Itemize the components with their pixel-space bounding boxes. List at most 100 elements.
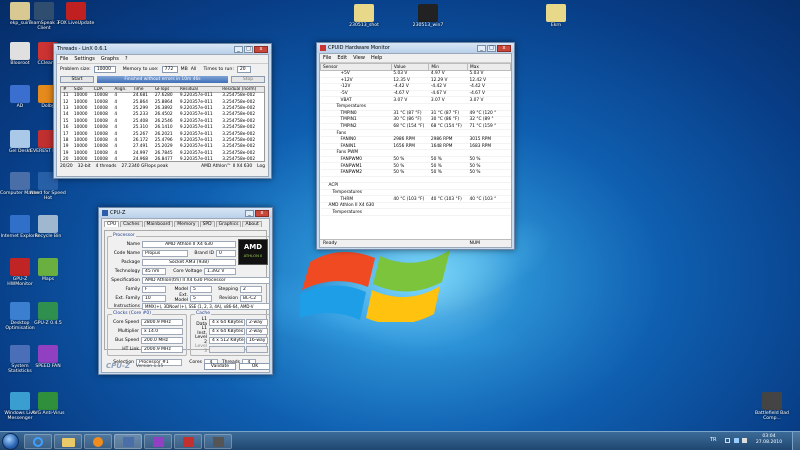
sensor-row[interactable]: +5V 5.03 V 4.97 V 5.03 V xyxy=(320,70,511,78)
sensor-row[interactable]: Fans xyxy=(320,129,511,137)
sensor-row[interactable]: THRM 40 °C (103 °F) 40 °C (103 °F) 40 °C (1… xyxy=(320,195,511,203)
menu-help[interactable]: Help xyxy=(371,55,382,61)
language-indicator[interactable]: TR xyxy=(710,437,717,443)
menu-file[interactable]: File xyxy=(323,55,331,61)
taskbar-ie-icon[interactable] xyxy=(24,434,52,449)
taskbar-explorer-icon[interactable] xyxy=(54,434,82,449)
sensor-row[interactable]: Fans PWM xyxy=(320,149,511,157)
desktop-icon[interactable]: GPU-Z 0.4.5 xyxy=(28,302,68,336)
sensor-row[interactable]: ACPI xyxy=(320,182,511,190)
ok-button[interactable]: OK xyxy=(239,362,269,370)
column-header[interactable]: Sensor xyxy=(320,63,392,71)
desktop-icon[interactable]: Battlefield Bad Comp... xyxy=(752,392,792,426)
maximize-button[interactable]: □ xyxy=(487,44,496,52)
tab-spd[interactable]: SPD xyxy=(199,221,215,227)
minimize-button[interactable]: _ xyxy=(245,209,254,217)
menu-help[interactable]: ? xyxy=(125,56,128,62)
desktop-icon[interactable]: 230513_win7 xyxy=(408,4,448,38)
sensor-row[interactable]: Temperatures xyxy=(320,103,511,111)
table-cell: 20 xyxy=(63,157,69,162)
sensor-cell: 1656 RPM xyxy=(391,143,429,151)
sensor-cell: FANIN1 xyxy=(320,143,392,151)
column-header[interactable]: Max xyxy=(467,63,511,71)
menu-bar: File Edit View Help xyxy=(320,54,511,63)
tray-up-icon[interactable] xyxy=(725,438,730,443)
problem-size-label: Problem size: xyxy=(60,67,91,72)
menu-edit[interactable]: Edit xyxy=(337,55,347,61)
desktop-icon[interactable]: Recycle Bin xyxy=(28,215,68,249)
sensor-row[interactable]: -5V -4.67 V -4.67 V -4.67 V xyxy=(320,90,511,98)
tab-caches[interactable]: Caches xyxy=(120,221,143,227)
codename-value: Propus xyxy=(142,249,188,257)
sensor-cell: 30 °C (86 °F) xyxy=(391,116,429,124)
close-button[interactable]: x xyxy=(254,45,268,53)
taskbar-speedfan-icon[interactable] xyxy=(144,434,172,449)
menu-view[interactable]: View xyxy=(353,55,365,61)
sensor-row[interactable]: FANIN0 2986 RPM 2986 RPM 3015 RPM xyxy=(320,136,511,144)
start-button[interactable]: Start xyxy=(60,76,94,83)
desktop-icon[interactable]: 230513_shot xyxy=(344,4,384,38)
sensor-tree[interactable]: Sensor Value Min Max +5V 5.03 V 4.97 V 5.03 V +1… xyxy=(320,63,511,241)
maximize-button[interactable]: □ xyxy=(244,45,253,53)
level3-value xyxy=(209,345,245,353)
minimize-button[interactable]: _ xyxy=(477,44,486,52)
tab-about[interactable]: About xyxy=(242,221,262,227)
sensor-row[interactable]: TMPIN1 30 °C (86 °F) 30 °C (86 °F) 32 °C (8… xyxy=(320,116,511,124)
sensor-row[interactable]: VBAT 3.07 V 3.07 V 3.07 V xyxy=(320,96,511,104)
stop-button[interactable]: Stop xyxy=(231,76,265,83)
column-header[interactable]: Min xyxy=(428,63,469,71)
menu-settings[interactable]: Settings xyxy=(74,56,95,62)
minimize-button[interactable]: _ xyxy=(234,45,243,53)
desktop-icon[interactable]: SPEED FAN xyxy=(28,345,68,379)
tab-mainboard[interactable]: Mainboard xyxy=(143,221,174,227)
taskbar-hwmonitor-icon[interactable] xyxy=(174,434,202,449)
all-checkbox[interactable]: All xyxy=(191,67,197,72)
column-header[interactable]: Value xyxy=(390,63,430,71)
sensor-cell: Temperatures xyxy=(320,189,392,197)
sensor-row[interactable]: +12V 12.35 V 12.29 V 12.42 V xyxy=(320,77,511,85)
specification-value: AMD Athlon(tm) II X4 630 Processor xyxy=(142,276,269,284)
sensor-row[interactable]: FANIN1 1656 RPM 1648 RPM 1683 RPM xyxy=(320,143,511,151)
linx-window[interactable]: Threads - LinX 0.6.1 _ □ x File Settings G… xyxy=(53,43,272,179)
tab-cpu[interactable]: CPU xyxy=(104,221,120,227)
validate-button[interactable]: Validate xyxy=(204,362,236,370)
times-input[interactable]: 20 xyxy=(236,66,251,73)
sensor-row[interactable]: TMPIN0 31 °C (87 °F) 31 °C (87 °F) 49 °C (1… xyxy=(320,110,511,118)
tab-memory[interactable]: Memory xyxy=(174,221,199,227)
close-button[interactable]: x xyxy=(497,44,511,52)
status-segment[interactable]: Log xyxy=(257,164,265,169)
sensor-cell xyxy=(467,176,511,184)
volume-icon[interactable] xyxy=(742,438,747,443)
tab-graphics[interactable]: Graphics xyxy=(215,221,242,227)
problem-size-input[interactable]: 10000 xyxy=(93,66,116,73)
taskbar-media-icon[interactable] xyxy=(84,434,112,449)
desktop-icon[interactable]: AVG Anti-Virus xyxy=(28,392,68,426)
menu-graphs[interactable]: Graphs xyxy=(101,56,119,62)
close-button[interactable]: x xyxy=(255,209,269,217)
start-button[interactable] xyxy=(2,433,19,450)
show-desktop-button[interactable] xyxy=(792,432,800,450)
table-row[interactable]: 20 10000 10008 4 24.968 26.8477 9.220357e-011 3… xyxy=(61,156,264,162)
sensor-row[interactable]: FANPWM1 50 % 50 % 50 % xyxy=(320,162,511,170)
brand-id-label: Brand ID xyxy=(194,250,214,256)
desktop-icon[interactable]: Maps xyxy=(28,258,68,292)
sensor-row[interactable] xyxy=(320,176,511,184)
sensor-row[interactable]: TMPIN2 68 °C (154 °F) 68 °C (154 °F) 71 °C … xyxy=(320,123,511,131)
menu-file[interactable]: File xyxy=(60,56,68,62)
taskbar-linx-icon[interactable] xyxy=(114,434,142,449)
sensor-row[interactable]: FANPWM0 50 % 50 % 50 % xyxy=(320,156,511,164)
taskbar-cpuz-icon[interactable] xyxy=(204,434,232,449)
status-segment: 20/20 xyxy=(60,164,73,169)
memory-input[interactable]: 772 xyxy=(161,66,178,73)
sensor-row[interactable]: FANPWM2 50 % 50 % 50 % xyxy=(320,169,511,177)
clock[interactable]: 03:04 27.08.2010 xyxy=(752,434,786,446)
sensor-row[interactable]: Temperatures xyxy=(320,208,511,217)
hwmonitor-window[interactable]: CPUID Hardware Monitor _ □ x File Edit Vie… xyxy=(316,42,515,250)
sensor-row[interactable]: Temperatures xyxy=(320,189,511,197)
network-icon[interactable] xyxy=(734,438,739,443)
desktop-icon[interactable]: FOX LiveUpdate xyxy=(56,2,96,36)
desktop-icon[interactable]: Ekrn xyxy=(536,4,576,38)
sensor-row[interactable]: -12V -4.42 V -4.42 V -4.42 V xyxy=(320,83,511,91)
cpuz-window[interactable]: CPU-Z _ x CPU Caches Mainboard Memory SPD Grap… xyxy=(98,207,273,375)
sensor-row[interactable]: AMD Athlon II X4 630 xyxy=(320,202,511,210)
